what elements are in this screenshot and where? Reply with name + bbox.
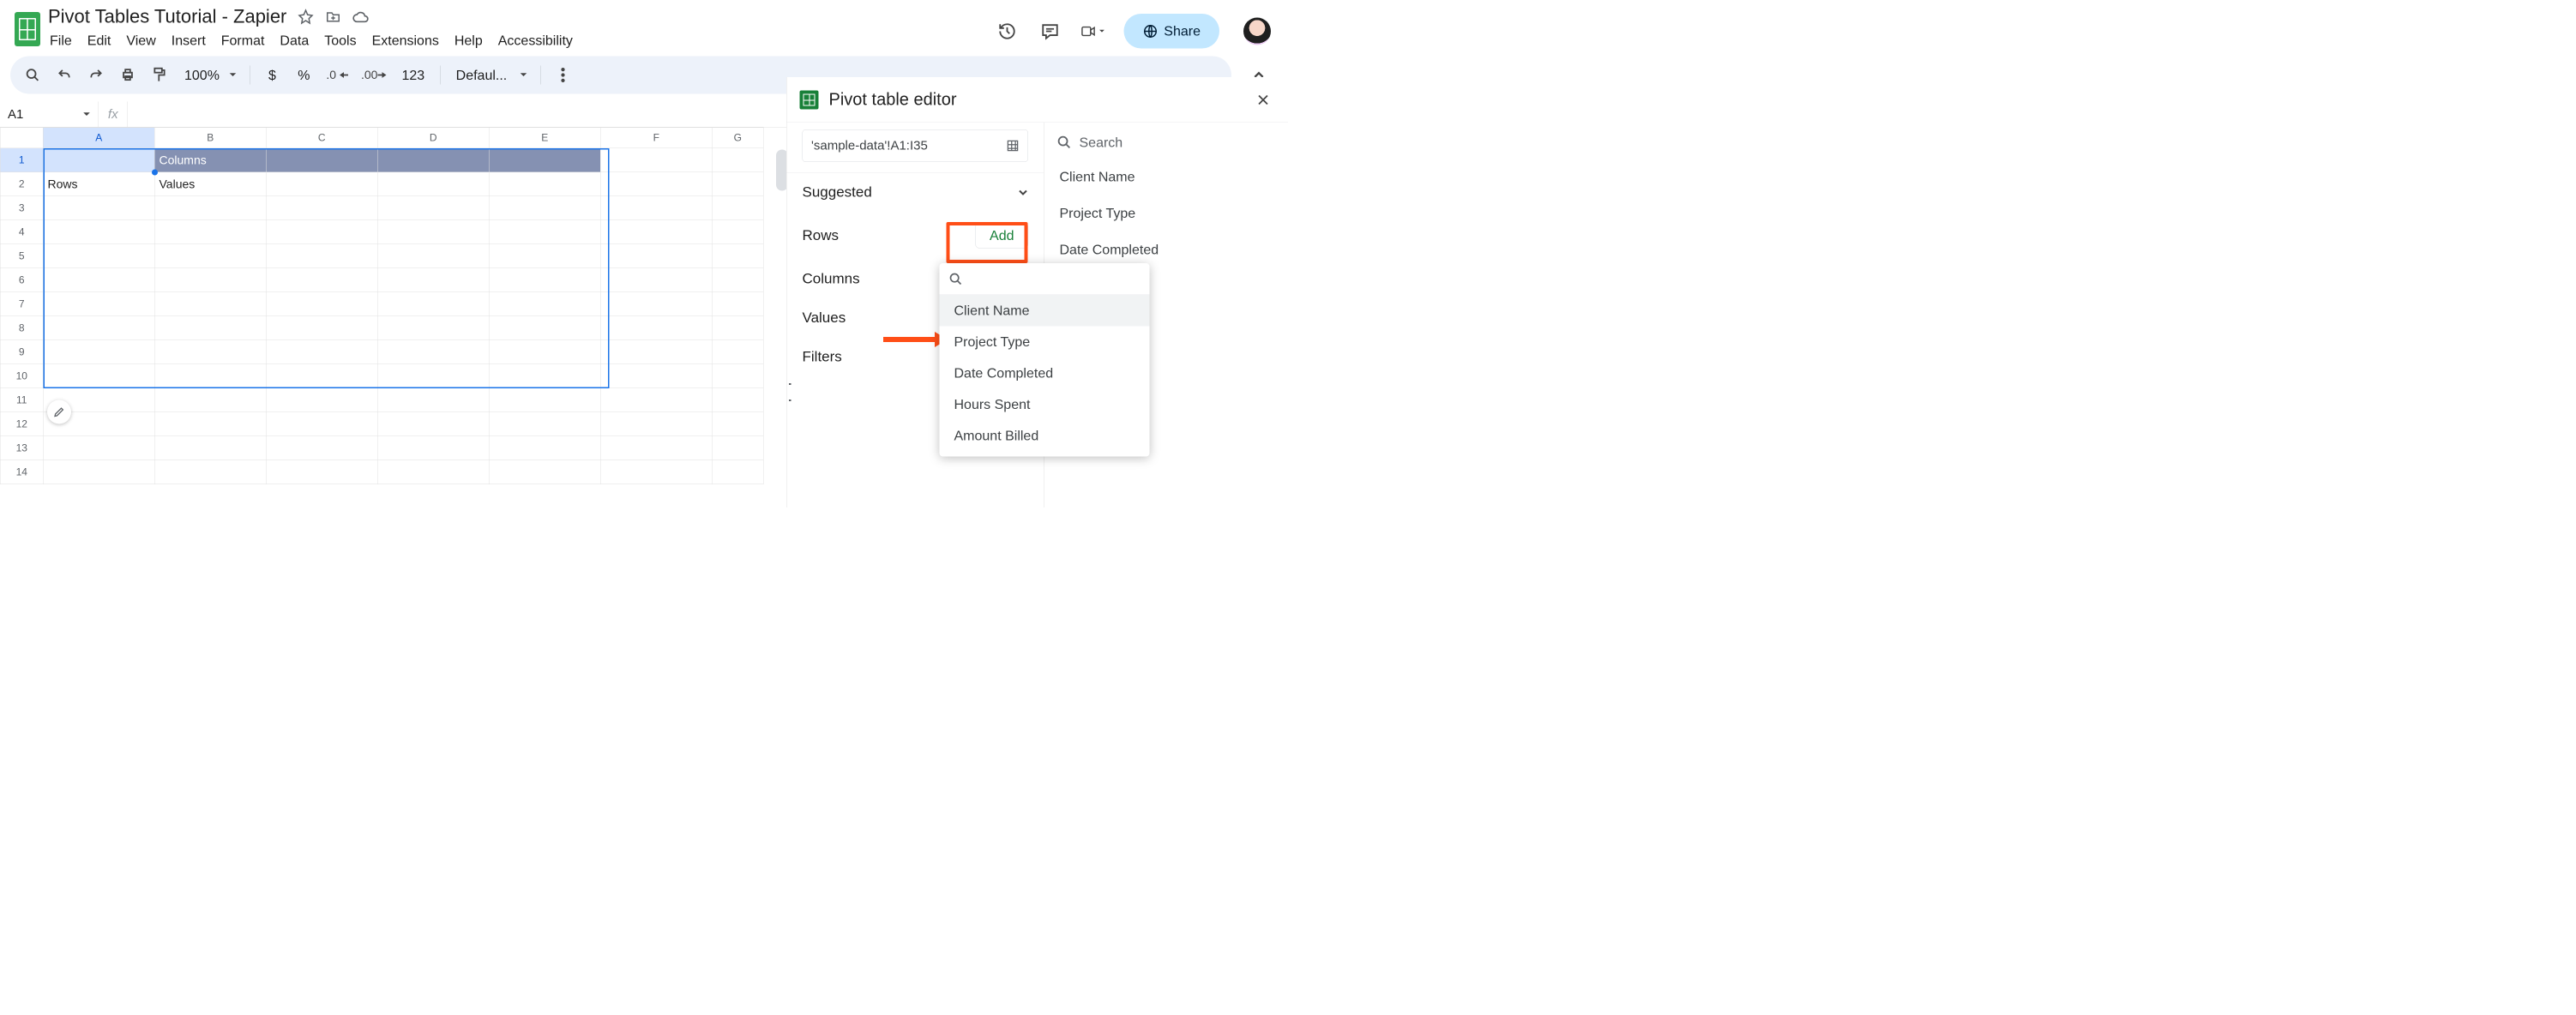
paint-format-icon[interactable] bbox=[150, 63, 169, 87]
menu-bar: File Edit View Insert Format Data Tools … bbox=[45, 30, 995, 57]
chevron-down-icon bbox=[1018, 187, 1028, 197]
cloud-status-icon[interactable] bbox=[352, 9, 369, 26]
column-header[interactable]: D bbox=[377, 128, 489, 148]
sheets-mini-icon bbox=[800, 90, 819, 109]
panel-title: Pivot table editor bbox=[829, 90, 1244, 110]
row-header[interactable]: 5 bbox=[0, 244, 43, 268]
close-icon[interactable] bbox=[1254, 90, 1273, 109]
formula-bar[interactable] bbox=[128, 102, 787, 128]
row-header[interactable]: 13 bbox=[0, 436, 43, 460]
column-header[interactable]: G bbox=[712, 128, 763, 148]
dropdown-item[interactable]: Amount Billed bbox=[940, 420, 1150, 452]
column-header[interactable]: C bbox=[266, 128, 377, 148]
menu-accessibility[interactable]: Accessibility bbox=[498, 33, 573, 49]
dropdown-search[interactable] bbox=[940, 263, 1150, 295]
sheets-logo[interactable] bbox=[10, 4, 45, 46]
redo-icon[interactable] bbox=[87, 63, 105, 87]
more-tools-icon[interactable] bbox=[554, 63, 573, 87]
menu-insert[interactable]: Insert bbox=[172, 33, 206, 49]
row-header[interactable]: 6 bbox=[0, 268, 43, 292]
pivot-editor-panel: Pivot table editor 'sample-data'!A1:I35 … bbox=[786, 77, 1288, 508]
row-header[interactable]: 2 bbox=[0, 172, 43, 196]
meet-icon[interactable] bbox=[1080, 19, 1104, 43]
menu-file[interactable]: File bbox=[50, 33, 72, 49]
decrease-decimal-icon[interactable]: .0 bbox=[326, 63, 348, 87]
row-header[interactable]: 11 bbox=[0, 388, 43, 412]
globe-icon bbox=[1142, 23, 1158, 39]
move-icon[interactable] bbox=[324, 9, 341, 26]
cell[interactable]: Rows bbox=[43, 172, 154, 196]
cell[interactable]: Values bbox=[154, 172, 266, 196]
column-header[interactable]: B bbox=[154, 128, 266, 148]
column-header[interactable]: F bbox=[600, 128, 712, 148]
row-header[interactable]: 4 bbox=[0, 220, 43, 244]
star-icon[interactable] bbox=[297, 9, 314, 26]
account-avatar[interactable] bbox=[1243, 17, 1271, 45]
row-header[interactable]: 3 bbox=[0, 196, 43, 220]
increase-decimal-icon[interactable]: .00 bbox=[361, 63, 386, 87]
font-dropdown[interactable]: Defaul... bbox=[454, 63, 528, 87]
menu-view[interactable]: View bbox=[126, 33, 155, 49]
zoom-dropdown[interactable]: 100% bbox=[182, 63, 237, 87]
suggested-section[interactable]: Suggested bbox=[799, 173, 1032, 213]
rows-section: Rows Add bbox=[799, 212, 1032, 260]
dropdown-item[interactable]: Hours Spent bbox=[940, 389, 1150, 421]
app-header: Pivot Tables Tutorial - Zapier File Edit… bbox=[0, 0, 1288, 57]
search-icon[interactable] bbox=[23, 63, 42, 87]
row-header[interactable]: 1 bbox=[0, 148, 43, 172]
share-label: Share bbox=[1164, 23, 1201, 39]
format-percent[interactable]: % bbox=[294, 63, 313, 87]
select-all-corner[interactable] bbox=[0, 128, 43, 148]
add-field-dropdown: Client Name Project Type Date Completed … bbox=[940, 263, 1150, 457]
field-list-item[interactable]: Project Type bbox=[1044, 195, 1289, 232]
share-button[interactable]: Share bbox=[1123, 14, 1219, 49]
field-list-item[interactable]: Client Name bbox=[1044, 159, 1289, 195]
menu-help[interactable]: Help bbox=[454, 33, 483, 49]
spreadsheet-grid[interactable]: A B C D E F G 1 Columns 2RowsValues 3 4 5… bbox=[0, 128, 764, 494]
comments-icon[interactable] bbox=[1038, 19, 1062, 43]
menu-data[interactable]: Data bbox=[280, 33, 309, 49]
edit-fab[interactable] bbox=[47, 400, 71, 424]
drag-handle-icon[interactable]: ⋮⋮ bbox=[787, 375, 795, 408]
search-icon bbox=[1057, 135, 1072, 150]
dropdown-item[interactable]: Client Name bbox=[940, 295, 1150, 327]
menu-tools[interactable]: Tools bbox=[324, 33, 356, 49]
row-header[interactable]: 7 bbox=[0, 292, 43, 316]
history-icon[interactable] bbox=[995, 19, 1019, 43]
field-search[interactable]: Search bbox=[1044, 126, 1289, 159]
format-currency[interactable]: $ bbox=[262, 63, 281, 87]
search-placeholder: Search bbox=[1080, 135, 1123, 151]
fx-icon[interactable]: fx bbox=[99, 102, 128, 128]
menu-extensions[interactable]: Extensions bbox=[372, 33, 439, 49]
row-header[interactable]: 12 bbox=[0, 412, 43, 436]
search-icon bbox=[949, 272, 963, 285]
grid-select-icon bbox=[1007, 140, 1020, 153]
cell[interactable]: Columns bbox=[154, 148, 266, 172]
row-header[interactable]: 14 bbox=[0, 460, 43, 484]
dropdown-item[interactable]: Project Type bbox=[940, 327, 1150, 358]
row-header[interactable]: 8 bbox=[0, 316, 43, 340]
print-icon[interactable] bbox=[118, 63, 137, 87]
undo-icon[interactable] bbox=[55, 63, 74, 87]
format-more-number[interactable]: 123 bbox=[399, 63, 427, 87]
data-range-input[interactable]: 'sample-data'!A1:I35 bbox=[803, 129, 1029, 162]
name-box[interactable]: A1 bbox=[0, 102, 99, 128]
column-header[interactable]: E bbox=[489, 128, 600, 148]
menu-format[interactable]: Format bbox=[221, 33, 265, 49]
document-title[interactable]: Pivot Tables Tutorial - Zapier bbox=[48, 6, 286, 27]
column-header[interactable]: A bbox=[43, 128, 154, 148]
formula-row: A1 fx bbox=[0, 102, 787, 128]
row-header[interactable]: 9 bbox=[0, 340, 43, 364]
add-rows-button[interactable]: Add bbox=[976, 223, 1028, 249]
dropdown-item[interactable]: Date Completed bbox=[940, 357, 1150, 389]
row-header[interactable]: 10 bbox=[0, 364, 43, 388]
menu-edit[interactable]: Edit bbox=[87, 33, 111, 49]
